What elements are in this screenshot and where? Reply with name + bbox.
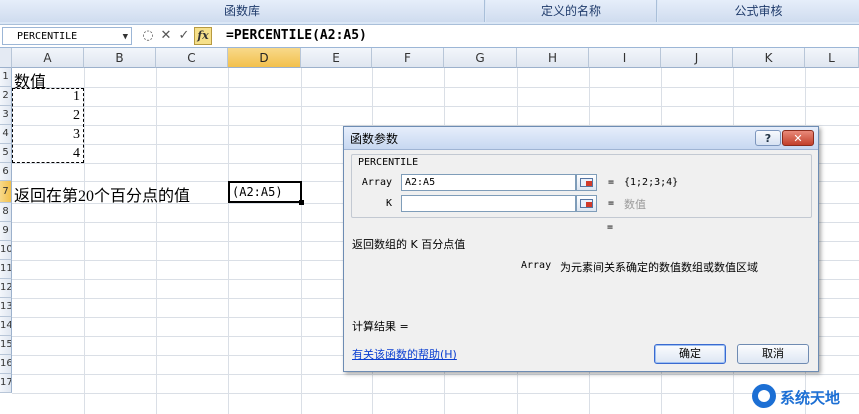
arg-equals-array: = [608,177,615,188]
help-link[interactable]: 有关该函数的帮助(H) [352,346,457,362]
ok-button[interactable]: 确定 [654,344,726,364]
select-all-corner[interactable] [0,48,12,68]
arg-result-array: {1;2;3;4} [624,177,679,188]
function-args-group: PERCENTILE Array A2:A5 = {1;2;3;4} K = 数… [351,154,812,218]
cell-a7[interactable]: 返回在第20个百分点的值 [14,182,190,206]
column-header-g[interactable]: G [444,48,517,68]
gridline [12,393,859,394]
column-header-c[interactable]: C [156,48,228,68]
column-header-f[interactable]: F [372,48,444,68]
function-arguments-dialog: 函数参数 ? ✕ PERCENTILE Array A2:A5 = {1;2;3… [343,126,819,372]
gridline [12,106,859,107]
column-header-i[interactable]: I [589,48,661,68]
row-header-2[interactable]: 2 [0,87,12,106]
row-header-13[interactable]: 13 [0,298,12,317]
formula-bar: PERCENTILE ▼ ◌ ✕ ✓ fx =PERCENTILE(A2:A5) [0,25,859,48]
row-header-16[interactable]: 16 [0,355,12,374]
chevron-down-icon[interactable]: ▼ [123,28,128,46]
insert-function-icon[interactable]: fx [194,27,212,45]
watermark-logo-icon [752,384,776,408]
help-button[interactable]: ? [755,130,781,146]
active-cell-text: (A2:A5) [232,185,283,199]
calc-result-label: 计算结果 = [352,320,409,333]
column-header-a[interactable]: A [12,48,84,68]
cancel-formula-icon[interactable]: ✕ [158,28,174,44]
row-header-6[interactable]: 6 [0,163,12,181]
ribbon-group-function-library[interactable]: 函数库 [0,0,485,22]
arg-input-array[interactable]: A2:A5 [401,174,576,191]
dialog-title: 函数参数 [350,132,399,146]
row-header-5[interactable]: 5 [0,144,12,163]
column-header-b[interactable]: B [84,48,156,68]
row-header-12[interactable]: 12 [0,279,12,298]
gridline [12,374,859,375]
function-name: PERCENTILE [358,157,419,168]
confirm-formula-icon[interactable]: ✓ [176,28,192,44]
formula-result-equals: = [607,222,614,233]
watermark-text: 系统天地 [780,389,841,407]
name-box[interactable]: PERCENTILE ▼ [2,27,132,45]
active-cell-d7[interactable]: (A2:A5) [228,181,304,205]
row-header-9[interactable]: 9 [0,222,12,241]
formula-input[interactable]: =PERCENTILE(A2:A5) [226,27,367,45]
column-header-k[interactable]: K [733,48,805,68]
column-header-h[interactable]: H [517,48,589,68]
arg-label-k: K [385,198,392,209]
collapse-dialog-icon[interactable] [576,195,597,212]
arg-result-k: 数值 [624,198,646,211]
row-header-10[interactable]: 10 [0,241,12,260]
arg-help-text: 为元素间关系确定的数值数组或数值区域 [560,261,758,274]
ribbon-group-formula-auditing[interactable]: 公式审核 [658,0,859,22]
column-header-l[interactable]: L [805,48,859,68]
column-header-j[interactable]: J [661,48,733,68]
function-description: 返回数组的 K 百分点值 [352,238,466,251]
name-box-value: PERCENTILE [17,31,78,42]
row-header-14[interactable]: 14 [0,317,12,336]
row-header-4[interactable]: 4 [0,125,12,144]
gridline [12,87,859,88]
arg-input-k[interactable] [401,195,576,212]
collapse-dialog-icon[interactable] [576,174,597,191]
arg-label-array: Array [361,177,392,188]
ribbon-group-bar: 函数库 定义的名称 公式审核 [0,0,859,25]
arg-help-name: Array [521,260,552,271]
row-header-15[interactable]: 15 [0,336,12,355]
ribbon-group-defined-names[interactable]: 定义的名称 [486,0,657,22]
dialog-title-bar[interactable]: 函数参数 ? ✕ [344,127,818,150]
copy-marquee-range [12,88,84,163]
close-button[interactable]: ✕ [782,130,814,146]
watermark: 系统天地 [752,380,859,414]
column-header-e[interactable]: E [301,48,372,68]
column-header-d[interactable]: D [228,48,301,68]
row-header-17[interactable]: 17 [0,374,12,393]
cancel-button[interactable]: 取消 [737,344,809,364]
row-header-3[interactable]: 3 [0,106,12,125]
circle-icon: ◌ [142,28,154,43]
row-header-8[interactable]: 8 [0,203,12,222]
fill-handle[interactable] [299,200,304,205]
row-header-7[interactable]: 7 [0,181,12,203]
row-header-11[interactable]: 11 [0,260,12,279]
arg-equals-k: = [608,198,615,209]
row-header-1[interactable]: 1 [0,68,12,87]
